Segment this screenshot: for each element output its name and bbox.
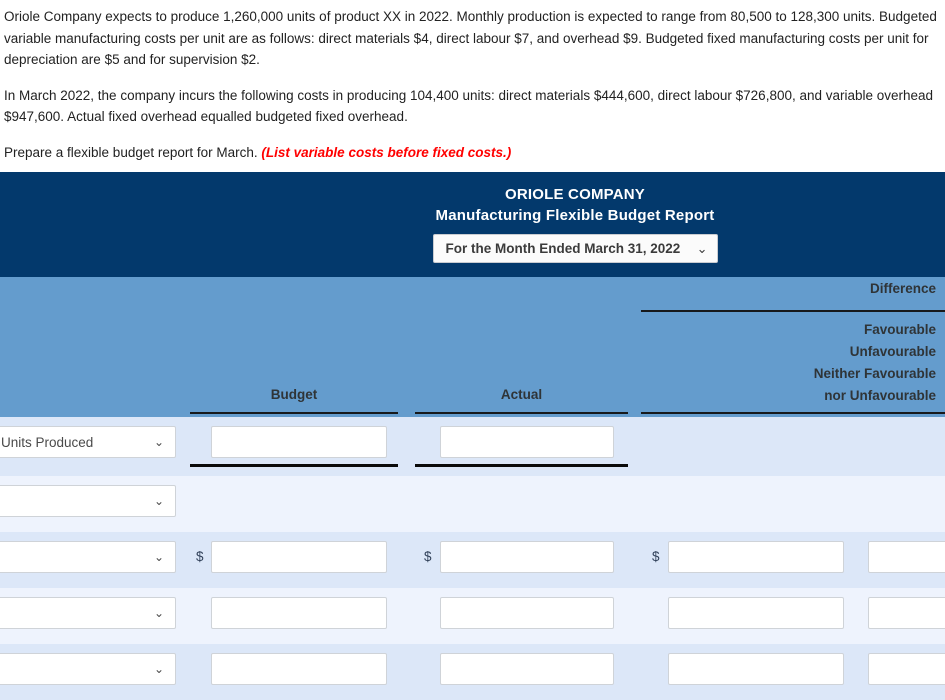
budget-header-rule xyxy=(190,412,398,414)
problem-instruction: Prepare a flexible budget report for Mar… xyxy=(4,142,941,164)
actual-input[interactable] xyxy=(440,426,614,458)
budget-input[interactable] xyxy=(211,597,387,629)
chevron-down-icon: ⌄ xyxy=(153,662,164,676)
problem-paragraph-1: Oriole Company expects to produce 1,260,… xyxy=(4,9,937,67)
budget-input[interactable] xyxy=(211,653,387,685)
report-title: Manufacturing Flexible Budget Report xyxy=(435,207,715,224)
column-header-actual: Actual xyxy=(500,387,543,402)
currency-symbol-difference: $ xyxy=(652,549,660,564)
budget-input[interactable] xyxy=(211,541,387,573)
chevron-down-icon: ⌄ xyxy=(153,550,164,564)
row-account-dropdown[interactable]: Units Produced ⌄ xyxy=(0,426,176,458)
actual-input[interactable] xyxy=(440,541,614,573)
table-row: Units Produced ⌄ xyxy=(0,417,945,476)
row-account-dropdown[interactable]: ⌄ xyxy=(0,541,176,573)
currency-symbol-actual: $ xyxy=(424,549,432,564)
difference-header-rule-top xyxy=(641,310,945,312)
report-header: ORIOLE COMPANY Manufacturing Flexible Bu… xyxy=(0,172,945,277)
nor-unfavourable-label: nor Unfavourable xyxy=(824,388,936,403)
row-account-dropdown[interactable]: ⌄ xyxy=(0,485,176,517)
chevron-down-icon: ⌄ xyxy=(696,240,708,256)
report-company-name: ORIOLE COMPANY xyxy=(504,186,646,203)
instruction-hint: (List variable costs before fixed costs.… xyxy=(261,144,512,160)
actual-header-rule xyxy=(415,412,628,414)
actual-input[interactable] xyxy=(440,653,614,685)
row-account-dropdown[interactable]: ⌄ xyxy=(0,653,176,685)
column-header-favourable-group: Favourable Unfavourable Neither Favourab… xyxy=(641,319,936,407)
actual-input[interactable] xyxy=(440,597,614,629)
unfavourable-label: Unfavourable xyxy=(849,344,936,359)
difference-input[interactable] xyxy=(668,541,844,573)
favourable-dropdown[interactable] xyxy=(868,541,945,573)
row-account-label: Units Produced xyxy=(1,434,94,450)
difference-input[interactable] xyxy=(668,653,844,685)
favourable-dropdown[interactable] xyxy=(868,653,945,685)
table-row: ⌄ $ $ $ xyxy=(0,532,945,588)
table-row: ⌄ xyxy=(0,644,945,700)
problem-paragraph-2: In March 2022, the company incurs the fo… xyxy=(4,87,934,125)
problem-statement: Oriole Company expects to produce 1,260,… xyxy=(0,0,945,163)
currency-symbol-budget: $ xyxy=(196,549,204,564)
chevron-down-icon: ⌄ xyxy=(153,435,164,449)
table-row: ⌄ xyxy=(0,476,945,532)
difference-input[interactable] xyxy=(668,597,844,629)
chevron-down-icon: ⌄ xyxy=(153,494,164,508)
neither-favourable-label: Neither Favourable xyxy=(813,366,936,381)
period-dropdown-value: For the Month Ended March 31, 2022 xyxy=(445,241,681,256)
column-header-difference: Difference xyxy=(869,281,936,296)
period-dropdown[interactable]: For the Month Ended March 31, 2022 ⌄ xyxy=(432,234,718,263)
flexible-budget-report: ORIOLE COMPANY Manufacturing Flexible Bu… xyxy=(0,172,945,700)
budget-total-rule xyxy=(190,464,398,467)
budget-input[interactable] xyxy=(211,426,387,458)
actual-total-rule xyxy=(415,464,628,467)
column-header-band: Difference Favourable Unfavourable Neith… xyxy=(0,277,945,417)
favourable-dropdown[interactable] xyxy=(868,597,945,629)
chevron-down-icon: ⌄ xyxy=(153,606,164,620)
table-row: ⌄ xyxy=(0,588,945,644)
instruction-text: Prepare a flexible budget report for Mar… xyxy=(4,144,258,160)
difference-header-rule-bottom xyxy=(641,412,945,414)
row-account-dropdown[interactable]: ⌄ xyxy=(0,597,176,629)
column-header-budget: Budget xyxy=(270,387,318,402)
favourable-label: Favourable xyxy=(863,322,936,337)
